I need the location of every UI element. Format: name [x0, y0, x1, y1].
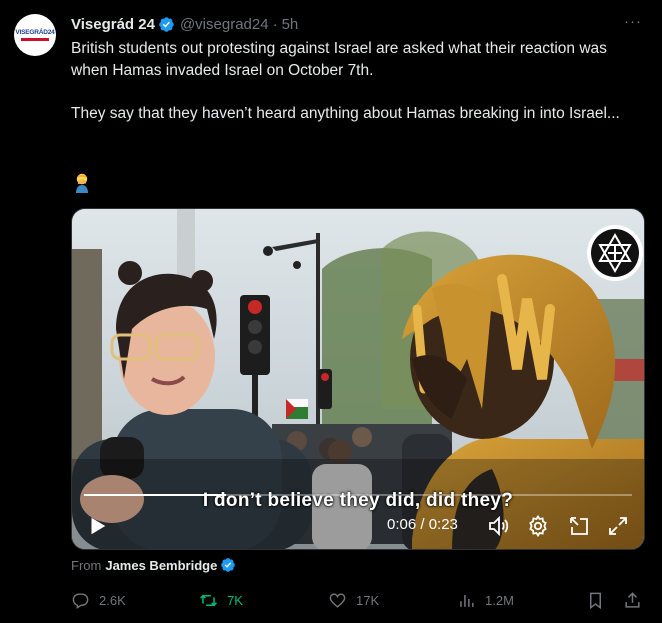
video-controls: 0:06 / 0:23: [72, 509, 644, 543]
bookmark-icon: [589, 592, 602, 609]
play-icon[interactable]: [86, 515, 108, 537]
video-attribution: From James Bembridge: [71, 557, 236, 573]
man-facepalming-emoji-icon: [72, 171, 92, 193]
picture-in-picture-icon[interactable]: [567, 514, 591, 538]
volume-icon[interactable]: [487, 514, 511, 538]
display-name[interactable]: Visegrád 24: [71, 16, 155, 33]
repost-icon: [200, 594, 217, 606]
like-button[interactable]: 17K: [328, 588, 379, 612]
like-count: 17K: [356, 592, 380, 608]
attribution-verified-badge-icon: [220, 557, 236, 573]
verified-badge-icon[interactable]: [158, 16, 175, 33]
avatar-logo-bar: [21, 37, 49, 41]
tweet: VISEGRÁD24 Visegrád 24 @visegrad24 · 5h …: [0, 0, 662, 623]
repost-button[interactable]: 7K: [199, 588, 243, 612]
views-count: 1.2M: [485, 592, 514, 608]
timestamp[interactable]: 5h: [282, 16, 299, 33]
share-button[interactable]: [623, 588, 651, 612]
reply-count: 2.6K: [99, 592, 126, 608]
views-chart-icon: [460, 594, 474, 607]
tweet-header: Visegrád 24 @visegrad24 · 5h: [71, 13, 298, 35]
more-options-icon[interactable]: ···: [622, 10, 644, 32]
tweet-paragraph-2: They say that they haven’t heard anythin…: [71, 104, 620, 122]
share-icon: [625, 591, 640, 608]
attribution-name[interactable]: James Bembridge: [105, 558, 217, 573]
heart-icon: [329, 592, 346, 608]
fullscreen-expand-icon[interactable]: [606, 514, 630, 538]
handle[interactable]: @visegrad24: [180, 16, 269, 33]
video-progress-fill: [84, 494, 227, 496]
settings-gear-icon[interactable]: [526, 514, 550, 538]
action-bar: 2.6K 7K 17K 1.2M: [71, 588, 646, 612]
reply-button[interactable]: 2.6K: [71, 588, 126, 612]
separator-dot: ·: [272, 15, 278, 33]
tweet-paragraph-1: British students out protesting against …: [71, 40, 607, 79]
bookmark-button[interactable]: [586, 588, 614, 612]
video-timecode: 0:06 / 0:23: [387, 516, 458, 533]
avatar[interactable]: VISEGRÁD24: [14, 14, 56, 56]
avatar-logo-text: VISEGRÁD24: [15, 29, 55, 37]
video-progress-bar[interactable]: [84, 494, 632, 496]
tweet-text: British students out protesting against …: [71, 38, 646, 146]
video-player[interactable]: I don’t believe they did, did they? 0:06…: [71, 208, 645, 550]
attribution-prefix: From: [71, 557, 102, 573]
repost-count: 7K: [227, 592, 243, 608]
views-button[interactable]: 1.2M: [457, 588, 514, 612]
reply-icon: [72, 592, 89, 609]
